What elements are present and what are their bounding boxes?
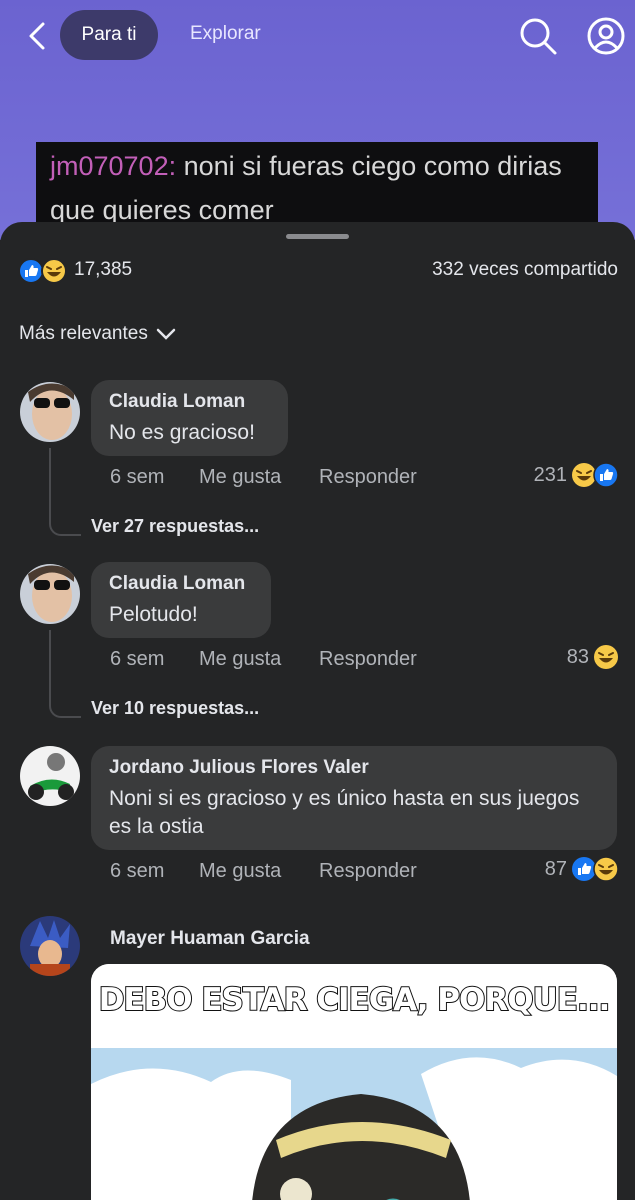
comment-bubble[interactable]: Jordano Julious Flores Valer Noni si es …	[91, 746, 617, 850]
comment-text: Noni si es gracioso y es único hasta en …	[109, 787, 580, 838]
like-button[interactable]: Me gusta	[199, 466, 319, 489]
comment-reactions[interactable]: 231	[534, 462, 619, 488]
reply-thread-line	[49, 630, 81, 718]
comment-text: No es gracioso!	[109, 421, 255, 444]
reply-button[interactable]: Responder	[319, 860, 417, 883]
like-reaction-icon	[593, 462, 619, 488]
view-replies-link[interactable]: Ver 10 respuestas...	[91, 698, 259, 719]
profile-icon[interactable]	[586, 16, 626, 56]
comment-actions: 6 sem Me gusta Responder	[110, 860, 417, 883]
search-icon[interactable]	[518, 16, 558, 56]
comment-text: Pelotudo!	[109, 603, 198, 626]
comment-actions: 6 sem Me gusta Responder	[110, 466, 417, 489]
sort-dropdown[interactable]: Más relevantes	[19, 323, 176, 345]
view-replies-link[interactable]: Ver 27 respuestas...	[91, 516, 259, 537]
chevron-down-icon	[156, 328, 176, 340]
back-arrow-icon[interactable]	[22, 20, 54, 52]
avatar[interactable]	[20, 916, 80, 976]
comment-author[interactable]: Claudia Loman	[109, 573, 253, 595]
caption-username: jm070702:	[50, 151, 177, 181]
haha-reaction-icon	[593, 856, 619, 882]
haha-reaction-icon	[594, 645, 618, 669]
comment-reactions[interactable]: 87	[545, 856, 619, 882]
avatar[interactable]	[20, 746, 80, 806]
reply-thread-line	[49, 448, 81, 536]
comment-time: 6 sem	[110, 860, 165, 882]
tab-para-ti[interactable]: Para ti	[60, 10, 158, 60]
sheet-drag-handle[interactable]	[286, 234, 349, 239]
reaction-icons[interactable]	[18, 258, 70, 284]
avatar[interactable]	[20, 564, 80, 624]
sort-label: Más relevantes	[19, 323, 148, 344]
comment-reaction-count: 83	[566, 645, 589, 668]
tab-explorar[interactable]: Explorar	[190, 23, 261, 45]
comment-author[interactable]: Claudia Loman	[109, 391, 270, 413]
tab-label: Para ti	[81, 24, 137, 45]
avatar[interactable]	[20, 382, 80, 442]
reaction-count[interactable]: 17,385	[74, 259, 132, 281]
comment-item: Mayer Huaman Garcia DEBO ESTAR CIEGA, PO…	[0, 222, 635, 1200]
comment-reaction-count: 231	[533, 463, 567, 486]
share-count[interactable]: 332 veces compartido	[432, 259, 618, 281]
like-button[interactable]: Me gusta	[199, 860, 319, 883]
comment-reaction-count: 87	[544, 857, 567, 880]
comment-author[interactable]: Jordano Julious Flores Valer	[109, 757, 599, 779]
comment-bubble[interactable]: Claudia Loman Pelotudo!	[91, 562, 271, 638]
comment-time: 6 sem	[110, 648, 165, 670]
like-button[interactable]: Me gusta	[199, 648, 319, 671]
comment-image[interactable]: DEBO ESTAR CIEGA, PORQUE...	[91, 964, 617, 1200]
reply-button[interactable]: Responder	[319, 648, 417, 671]
comment-bubble[interactable]: Claudia Loman No es gracioso!	[91, 380, 288, 456]
comment-reactions[interactable]: 83	[567, 644, 619, 670]
post-stats: 17,385 332 veces compartido	[18, 256, 618, 286]
comment-image-text: DEBO ESTAR CIEGA, PORQUE...	[98, 981, 612, 1019]
video-background: Para ti Explorar jm070702: noni si fuera…	[0, 0, 635, 240]
comments-sheet: 17,385 332 veces compartido Más relevant…	[0, 222, 635, 1200]
comment-author[interactable]: Mayer Huaman Garcia	[110, 928, 310, 950]
comment-time: 6 sem	[110, 466, 165, 488]
reply-button[interactable]: Responder	[319, 466, 417, 489]
comment-actions: 6 sem Me gusta Responder	[110, 648, 417, 671]
